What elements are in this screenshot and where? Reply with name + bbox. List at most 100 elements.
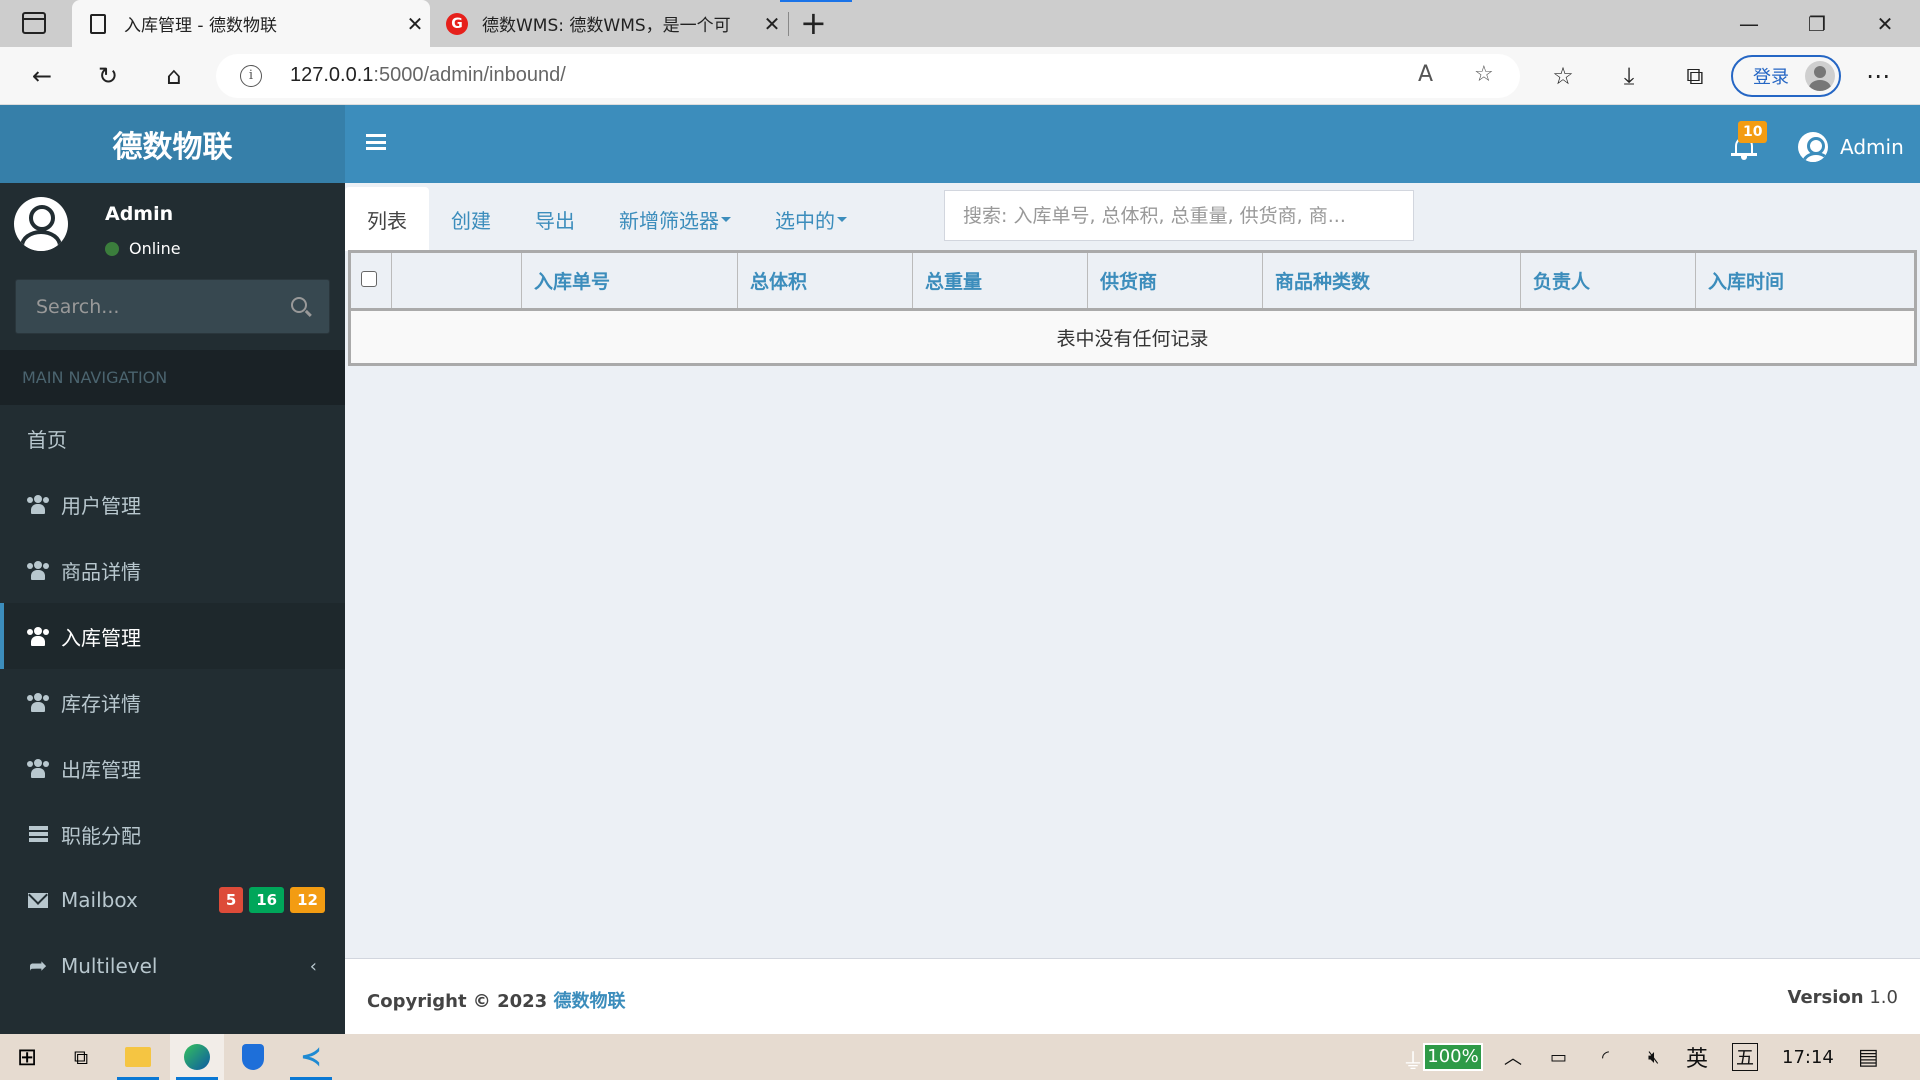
sidebar-search <box>15 279 330 334</box>
home-icon[interactable]: ⌂ <box>156 59 192 93</box>
ime-mode-label: 五 <box>1732 1043 1758 1071</box>
tab-add-filter[interactable]: 新增筛选器 <box>597 187 753 251</box>
info-icon[interactable]: i <box>240 65 262 87</box>
sidebar-item-label: 用户管理 <box>61 493 141 518</box>
browser-tab[interactable]: G 德数WMS: 德数WMS，是一个可 ✕ <box>432 0 787 47</box>
users-icon <box>27 495 49 514</box>
badge-green: 16 <box>249 887 285 913</box>
sidebar-item-inventory[interactable]: 库存详情 <box>0 669 345 735</box>
column-header-inbound-no[interactable]: 入库单号 <box>521 251 738 311</box>
edge-browser-icon[interactable] <box>170 1034 224 1080</box>
select-all-header <box>349 251 392 311</box>
column-header-total-weight[interactable]: 总重量 <box>912 251 1088 311</box>
new-tab-button[interactable]: + <box>800 6 827 40</box>
back-icon[interactable]: ← <box>24 59 60 93</box>
column-header-inbound-time[interactable]: 入库时间 <box>1695 251 1916 311</box>
tab-list[interactable]: 列表 <box>345 187 429 251</box>
avatar <box>14 197 68 251</box>
tab-selected-actions[interactable]: 选中的 <box>753 187 869 251</box>
close-tab-icon[interactable]: ✕ <box>757 12 787 36</box>
select-all-checkbox[interactable] <box>361 270 377 287</box>
battery-icon[interactable]: ▭ <box>1550 1034 1567 1080</box>
sidebar-toggle-icon[interactable] <box>366 134 386 150</box>
search-icon[interactable] <box>291 297 307 313</box>
refresh-icon[interactable]: ↻ <box>90 59 126 93</box>
badge-red: 5 <box>218 887 244 913</box>
wifi-icon[interactable]: ◜ <box>1602 1034 1609 1080</box>
tab-label: 创建 <box>451 208 491 233</box>
sidebar-item-label: 首页 <box>27 427 67 452</box>
badge-yellow: 12 <box>290 887 325 913</box>
main-content: 列表 创建 导出 新增筛选器 选中的 入库单号 总体积 总重量 供货商 商品种类… <box>345 183 1920 958</box>
url-text[interactable]: 127.0.0.1:5000/admin/inbound/ <box>290 64 566 87</box>
sidebar-item-mailbox[interactable]: Mailbox 5 16 12 <box>0 867 345 933</box>
file-explorer-icon[interactable] <box>111 1034 165 1080</box>
minimize-button[interactable]: — <box>1715 0 1783 47</box>
copyright-text: Copyright © 2023 <box>367 991 548 1012</box>
clock[interactable]: 17:14 <box>1782 1034 1834 1080</box>
read-aloud-icon[interactable]: A︎ <box>1418 62 1433 87</box>
url-path: :5000/admin/inbound/ <box>373 64 566 86</box>
restore-button[interactable]: ❐ <box>1783 0 1851 47</box>
tab-create[interactable]: 创建 <box>429 187 513 251</box>
sidebar-user-name: Admin <box>105 203 174 225</box>
sidebar-item-outbound[interactable]: 出库管理 <box>0 735 345 801</box>
nav-header: MAIN NAVIGATION <box>0 350 345 405</box>
column-header-product-types[interactable]: 商品种类数 <box>1262 251 1521 311</box>
browser-tab-active[interactable]: 入库管理 - 德数物联 ✕ <box>72 0 430 47</box>
more-icon[interactable]: ⋯ <box>1860 59 1896 93</box>
add-favorite-icon[interactable]: ☆ <box>1474 62 1494 87</box>
version-label: Version <box>1787 987 1864 1008</box>
sidebar-item-users[interactable]: 用户管理 <box>0 471 345 537</box>
login-label: 登录 <box>1753 67 1789 88</box>
sidebar-item-inbound[interactable]: 入库管理 <box>0 603 345 669</box>
notification-center-icon[interactable]: ▤ <box>1858 1034 1879 1080</box>
version: Version 1.0 <box>1788 987 1898 1008</box>
favorites-icon[interactable]: ☆ <box>1545 59 1581 93</box>
header-user-name: Admin <box>1840 135 1904 159</box>
tab-export[interactable]: 导出 <box>513 187 597 251</box>
security-app-icon[interactable] <box>226 1034 280 1080</box>
sidebar-item-multilevel[interactable]: ➦ Multilevel ‹ <box>0 933 345 999</box>
workspaces-icon[interactable] <box>22 12 46 34</box>
sidebar-item-roles[interactable]: 职能分配 <box>0 801 345 867</box>
address-bar[interactable]: i 127.0.0.1:5000/admin/inbound/ A︎ ☆ <box>216 54 1520 98</box>
caret-down-icon <box>721 216 731 222</box>
collections-icon[interactable]: ⧉ <box>1677 59 1713 93</box>
volume-muted-icon[interactable]: 🔇︎ <box>1648 1034 1659 1080</box>
sidebar-item-label: 职能分配 <box>61 823 141 848</box>
column-header-total-volume[interactable]: 总体积 <box>737 251 913 311</box>
close-tab-icon[interactable]: ✕ <box>400 12 430 36</box>
column-header-owner[interactable]: 负责人 <box>1520 251 1696 311</box>
table-search-input[interactable] <box>944 190 1414 241</box>
sidebar-search-input[interactable] <box>16 280 276 333</box>
sidebar-item-products[interactable]: 商品详情 <box>0 537 345 603</box>
show-hidden-icons-icon[interactable]: ︿ <box>1504 1034 1522 1080</box>
sidebar-item-home[interactable]: 首页 <box>0 405 345 471</box>
app-logo[interactable]: 德数物联 <box>0 105 345 183</box>
users-icon <box>27 759 49 778</box>
users-icon <box>27 693 49 712</box>
envelope-icon <box>27 892 49 908</box>
ime-mode[interactable]: 五 <box>1732 1034 1758 1080</box>
users-icon <box>27 627 49 646</box>
sidebar-nav: 首页 用户管理 商品详情 入库管理 库存详情 出库管理 职能分配 Mailbox… <box>0 405 345 999</box>
notifications-badge: 10 <box>1738 121 1768 143</box>
column-header-supplier[interactable]: 供货商 <box>1087 251 1263 311</box>
windows-start-icon[interactable]: ⊞ <box>0 1034 54 1080</box>
vscode-icon[interactable]: ≺ <box>284 1034 338 1080</box>
task-view-icon[interactable]: ⧉ <box>54 1034 108 1080</box>
user-menu[interactable]: Admin <box>1798 132 1904 162</box>
ime-language[interactable]: 英 <box>1686 1034 1708 1080</box>
footer: Copyright © 2023 德数物联 Version 1.0 <box>345 958 1920 1034</box>
close-window-button[interactable]: ✕ <box>1851 0 1919 47</box>
app-header: 德数物联 Admin <box>0 105 1920 183</box>
tab-separator <box>788 12 789 36</box>
brand-link[interactable]: 德数物联 <box>553 991 625 1012</box>
server-icon <box>27 826 49 842</box>
tab-label: 列表 <box>367 208 407 233</box>
battery-indicator[interactable]: 100% <box>1423 1043 1483 1071</box>
sidebar-item-label: 出库管理 <box>61 757 141 782</box>
download-icon[interactable]: ⤓ <box>1611 59 1647 93</box>
login-button[interactable]: 登录 <box>1731 55 1841 97</box>
